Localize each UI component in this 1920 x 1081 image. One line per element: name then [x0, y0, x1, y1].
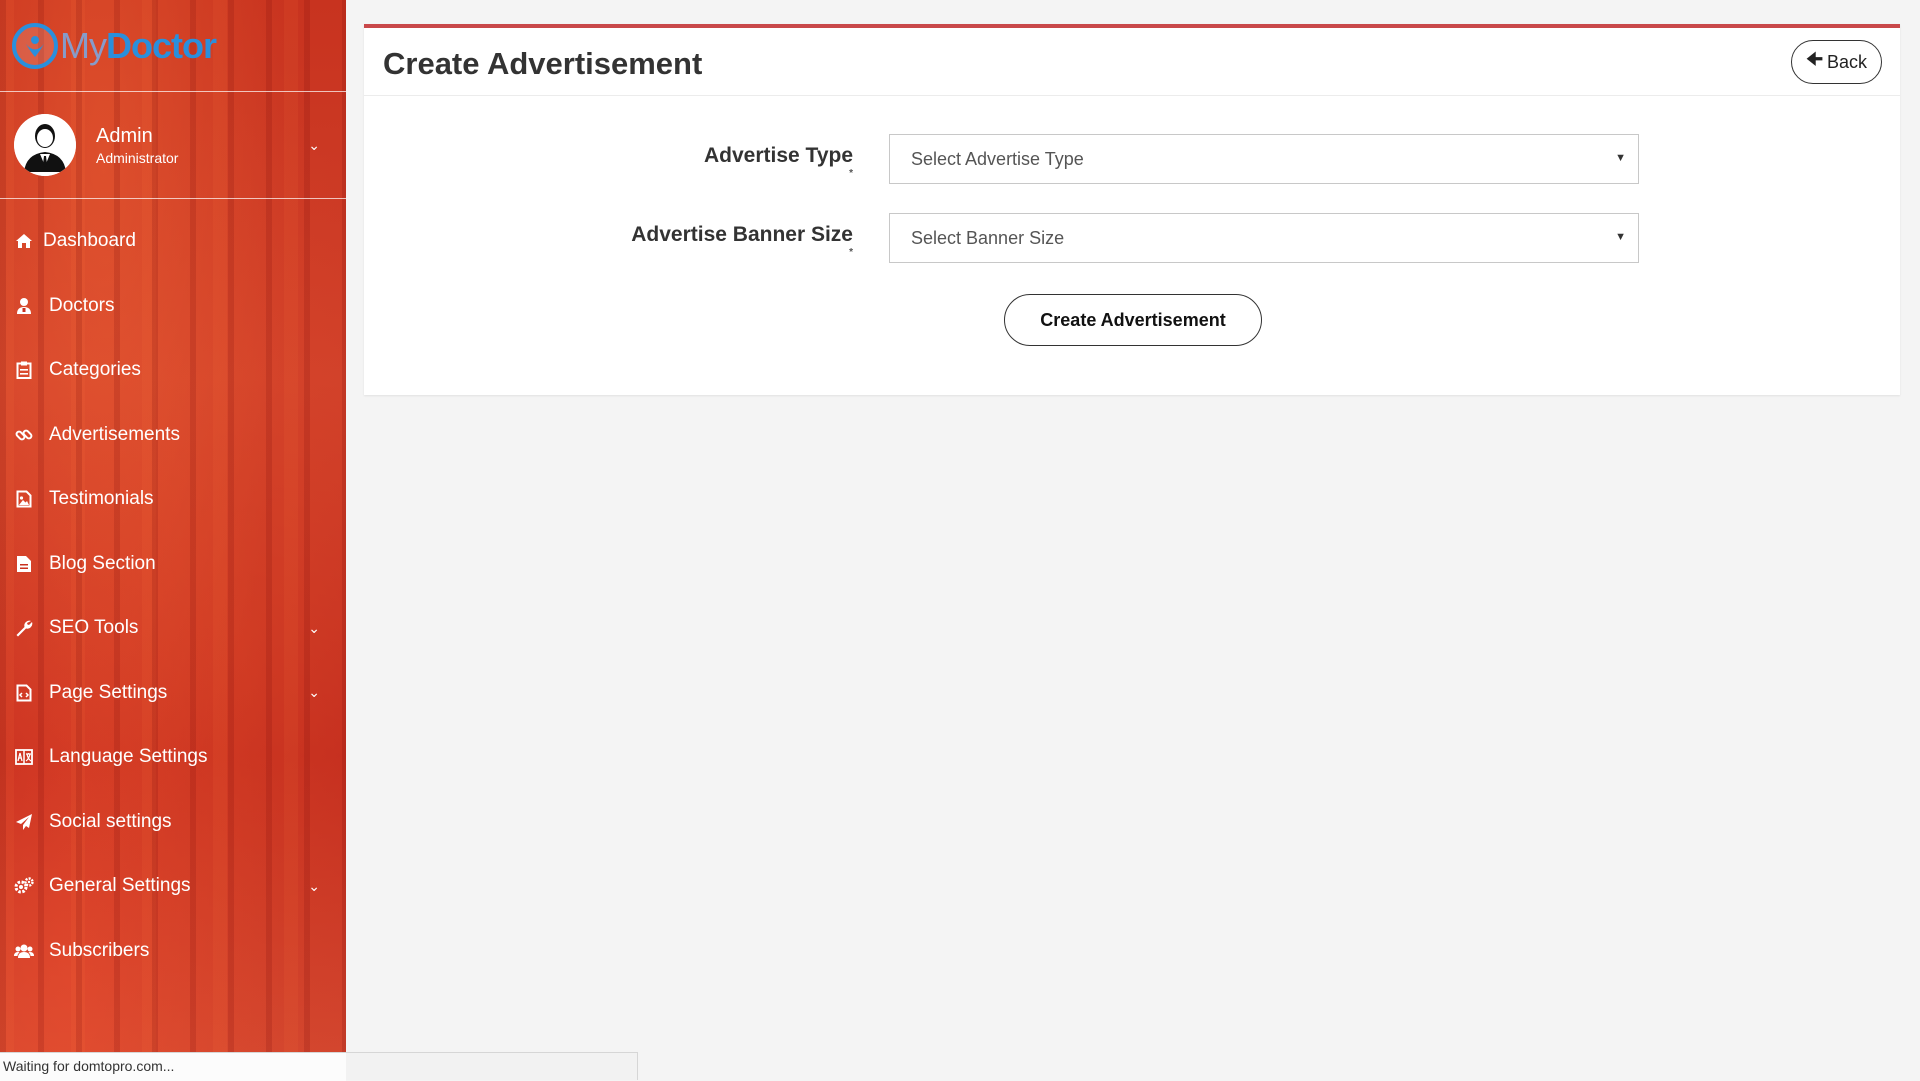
logo-my: My [60, 25, 106, 66]
sidebar-item-label: General Settings [49, 875, 191, 897]
home-icon [14, 231, 34, 251]
create-advertisement-button[interactable]: Create Advertisement [1004, 294, 1262, 346]
sidebar-item-testimonials[interactable]: Testimonials [0, 467, 346, 532]
sidebar-item-categories[interactable]: Categories [0, 338, 346, 403]
cogs-icon [14, 876, 34, 896]
chevron-down-icon[interactable]: ⌄ [308, 684, 320, 701]
sidebar-item-label: Subscribers [49, 940, 149, 962]
sidebar-item-general-settings[interactable]: General Settings ⌄ [0, 854, 346, 919]
logo-text: MyDoctor [60, 25, 216, 67]
sidebar-item-doctors[interactable]: Doctors [0, 274, 346, 339]
user-name: Admin [96, 125, 178, 148]
sidebar-item-label: Language Settings [49, 746, 207, 768]
chevron-down-icon[interactable]: ⌄ [308, 620, 320, 637]
user-info: Admin Administrator [96, 125, 178, 166]
form-row-advertise-type: Advertise Type * Select Advertise Type ▼ [364, 134, 1900, 184]
language-icon [14, 747, 34, 767]
chevron-down-icon[interactable]: ⌄ [308, 878, 320, 895]
browser-status-bar: Waiting for domtopro.com... [0, 1052, 638, 1080]
back-button-label: Back [1827, 52, 1867, 73]
advertisement-form: Advertise Type * Select Advertise Type ▼… [364, 96, 1900, 396]
logo-doctor: Doctor [106, 25, 216, 66]
page-title: Create Advertisement [383, 46, 702, 82]
paper-plane-icon [14, 812, 34, 832]
required-mark: * [849, 247, 853, 258]
user-md-icon [14, 296, 34, 316]
back-button[interactable]: 🠈 Back [1791, 40, 1882, 84]
link-icon [14, 425, 34, 445]
sidebar-item-subscribers[interactable]: Subscribers [0, 919, 346, 984]
create-advertisement-panel: Create Advertisement 🠈 Back Advertise Ty… [364, 24, 1900, 395]
advertise-type-select[interactable]: Select Advertise Type ▼ [889, 134, 1639, 184]
sidebar-item-label: Testimonials [49, 488, 154, 510]
caret-down-icon: ▼ [1615, 231, 1626, 243]
sidebar-item-label: Page Settings [49, 682, 167, 704]
user-role: Administrator [96, 150, 178, 166]
advertise-type-label-text: Advertise Type [704, 144, 853, 167]
sidebar-item-label: Categories [49, 359, 141, 381]
image-icon [14, 489, 34, 509]
sidebar-item-social-settings[interactable]: Social settings [0, 790, 346, 855]
avatar [14, 114, 76, 176]
sidebar-item-label: Advertisements [49, 424, 180, 446]
banner-size-label-text: Advertise Banner Size [631, 223, 853, 246]
sidebar-item-label: Dashboard [43, 230, 136, 252]
user-panel[interactable]: Admin Administrator ⌄ [0, 92, 346, 199]
form-row-banner-size: Advertise Banner Size * Select Banner Si… [364, 213, 1900, 263]
users-icon [14, 941, 34, 961]
sidebar-item-advertisements[interactable]: Advertisements [0, 403, 346, 468]
sidebar-item-page-settings[interactable]: Page Settings ⌄ [0, 661, 346, 726]
banner-size-select-value: Select Banner Size [911, 228, 1064, 249]
sidebar-item-blog-section[interactable]: Blog Section [0, 532, 346, 597]
wrench-icon [14, 618, 34, 638]
sidebar-item-label: SEO Tools [49, 617, 138, 639]
banner-size-select[interactable]: Select Banner Size ▼ [889, 213, 1639, 263]
sidebar-menu: Dashboard Doctors Categories Advertiseme… [0, 209, 346, 983]
advertise-type-select-value: Select Advertise Type [911, 149, 1084, 170]
brand-logo[interactable]: MyDoctor [0, 0, 346, 92]
required-mark: * [849, 168, 853, 179]
sidebar-item-label: Social settings [49, 811, 172, 833]
status-bar-text: Waiting for domtopro.com... [3, 1058, 174, 1074]
sidebar: MyDoctor Admin Administrator ⌄ Dashboard [0, 0, 346, 1080]
chevron-down-icon[interactable]: ⌄ [308, 137, 320, 154]
banner-size-label: Advertise Banner Size * [631, 223, 853, 247]
file-code-icon [14, 683, 34, 703]
panel-header: Create Advertisement 🠈 Back [364, 28, 1900, 96]
clipboard-icon [14, 360, 34, 380]
logo-mark-icon [12, 23, 58, 69]
sidebar-item-seo-tools[interactable]: SEO Tools ⌄ [0, 596, 346, 661]
arrow-left-icon: 🠈 [1806, 47, 1823, 77]
sidebar-item-dashboard[interactable]: Dashboard [0, 209, 346, 274]
sidebar-item-label: Blog Section [49, 553, 156, 575]
sidebar-item-label: Doctors [49, 295, 114, 317]
sidebar-item-language-settings[interactable]: Language Settings [0, 725, 346, 790]
file-icon [14, 554, 34, 574]
caret-down-icon: ▼ [1615, 152, 1626, 164]
advertise-type-label: Advertise Type * [704, 144, 853, 168]
